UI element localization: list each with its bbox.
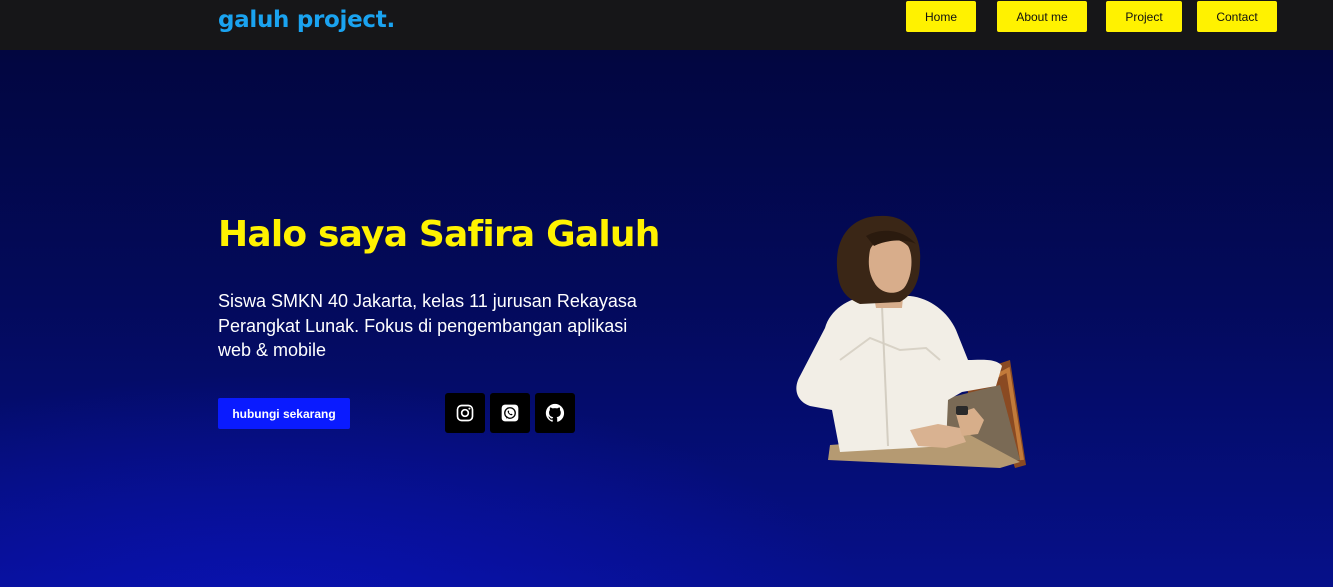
nav-home-button[interactable]: Home [906,1,976,32]
instagram-button[interactable] [445,393,485,433]
top-navbar: galuh project. Home About me Project Con… [0,0,1333,50]
nav-about-button[interactable]: About me [997,1,1087,32]
contact-now-button[interactable]: hubungi sekarang [218,398,350,429]
whatsapp-icon [501,404,519,422]
brand-logo[interactable]: galuh project. [218,7,395,33]
hero-description: Siswa SMKN 40 Jakarta, kelas 11 jurusan … [218,291,637,360]
hero-title: Halo saya Safira Galuh [218,214,660,255]
instagram-icon [456,404,474,422]
nav-project-button[interactable]: Project [1106,1,1182,32]
hero-section: Halo saya Safira Galuh Siswa SMKN 40 Jak… [0,50,1333,587]
profile-photo [796,215,1026,468]
github-button[interactable] [535,393,575,433]
nav-contact-button[interactable]: Contact [1197,1,1277,32]
whatsapp-button[interactable] [490,393,530,433]
github-icon [545,403,565,422]
